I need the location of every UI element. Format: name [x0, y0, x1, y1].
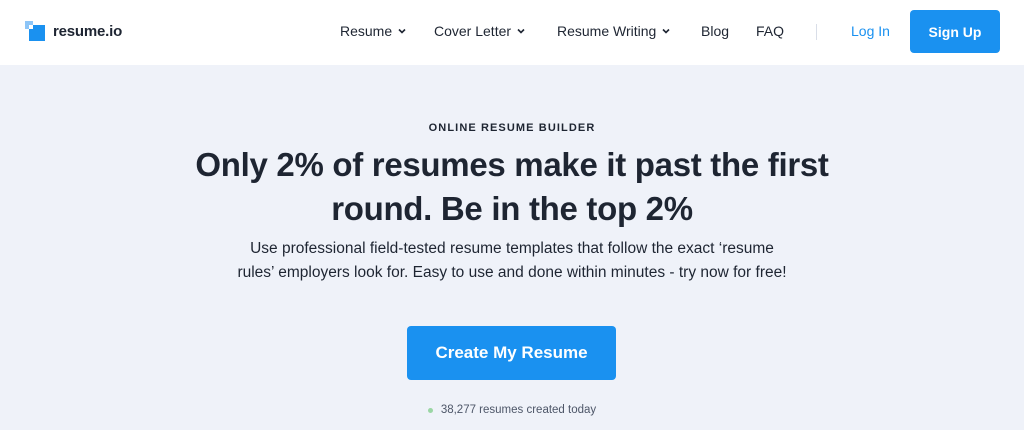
site-header: resume.io Resume Cover Letter Resume Wri… — [0, 0, 1024, 65]
hero-subtext: Use professional field-tested resume tem… — [237, 240, 787, 281]
nav-item-label: Blog — [701, 23, 730, 39]
nav-item-resume-writing[interactable]: Resume Writing — [557, 23, 670, 39]
chevron-down-icon — [662, 28, 670, 34]
nav-item-cover-letter[interactable]: Cover Letter — [434, 23, 525, 39]
chevron-down-icon — [517, 28, 525, 34]
signup-button[interactable]: Sign Up — [910, 10, 1000, 53]
nav-divider — [816, 24, 817, 40]
chevron-down-icon — [398, 28, 406, 34]
nav-item-label: FAQ — [756, 23, 785, 39]
create-resume-button[interactable]: Create My Resume — [407, 326, 616, 380]
nav-item-label: Resume — [340, 23, 393, 39]
nav-item-faq[interactable]: FAQ — [756, 23, 784, 39]
nav-item-label: Resume Writing — [557, 23, 657, 39]
live-status-dot-icon — [427, 407, 433, 413]
hero-headline: Only 2% of resumes make it past the firs… — [195, 146, 829, 227]
login-link[interactable]: Log In — [851, 23, 890, 39]
nav-item-label: Cover Letter — [434, 23, 512, 39]
resume-counter: 38,277 resumes created today — [0, 404, 1024, 416]
nav-item-blog[interactable]: Blog — [701, 23, 729, 39]
main-nav: Resume Cover Letter Resume Writing Blog … — [0, 0, 1024, 65]
hero-eyebrow: ONLINE RESUME BUILDER — [428, 122, 596, 134]
nav-item-resume[interactable]: Resume — [340, 23, 406, 39]
resume-counter-text: 38,277 resumes created today — [440, 404, 597, 416]
